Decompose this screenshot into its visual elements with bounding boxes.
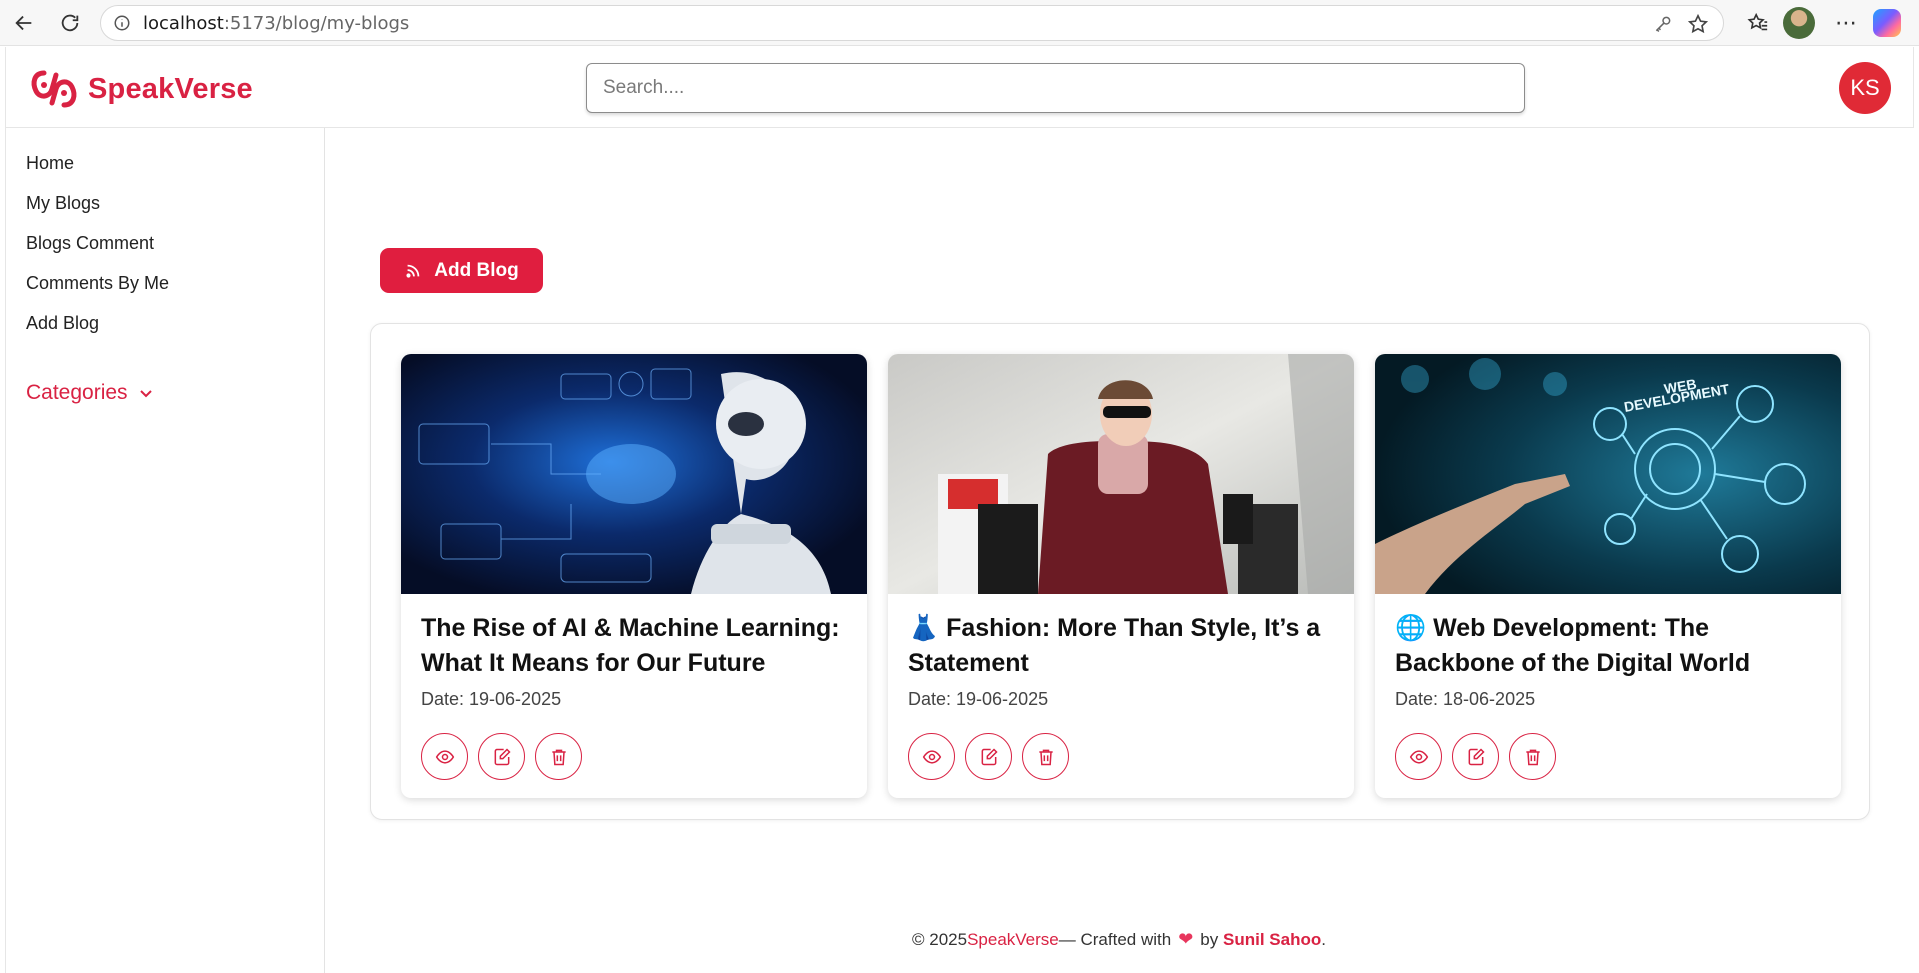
blog-cards-panel: The Rise of AI & Machine Learning: What … (370, 323, 1870, 820)
sidebar-item-blogs-comment[interactable]: Blogs Comment (26, 233, 154, 254)
sidebar-item-comments-by-me[interactable]: Comments By Me (26, 273, 169, 294)
search-input[interactable] (586, 63, 1525, 113)
browser-profile-avatar[interactable] (1783, 7, 1815, 39)
add-blog-label: Add Blog (434, 259, 519, 281)
blog-actions (908, 733, 1069, 780)
address-bar[interactable]: localhost:5173/blog/my-blogs (100, 5, 1724, 41)
blog-actions (421, 733, 582, 780)
user-avatar[interactable]: KS (1839, 62, 1891, 114)
eye-icon (435, 749, 454, 764)
more-options-icon[interactable]: ⋯ (1828, 5, 1864, 41)
footer: © 2025SpeakVerse— Crafted with ❤ by Sunil … (912, 929, 1326, 950)
eye-icon (1409, 749, 1428, 764)
footer-period: . (1321, 930, 1326, 949)
sidebar: Home My Blogs Blogs Comment Comments By … (5, 128, 325, 973)
back-arrow-icon[interactable] (6, 5, 42, 41)
trash-icon (1038, 749, 1053, 765)
blog-title[interactable]: 👗 Fashion: More Than Style, It’s a State… (908, 611, 1338, 681)
blog-card[interactable]: The Rise of AI & Machine Learning: What … (401, 354, 867, 798)
app-header: SpeakVerse KS (5, 47, 1914, 128)
blog-actions (1395, 733, 1556, 780)
brand[interactable]: SpeakVerse (30, 67, 253, 111)
eye-icon (922, 749, 941, 764)
edit-icon (981, 747, 998, 765)
delete-button[interactable] (1509, 733, 1556, 780)
blog-image-web-development[interactable]: WEB DEVELOPMENT (1375, 354, 1841, 594)
sidebar-item-add-blog[interactable]: Add Blog (26, 313, 99, 334)
edit-button[interactable] (478, 733, 525, 780)
copilot-icon[interactable] (1873, 9, 1901, 37)
sidebar-item-home[interactable]: Home (26, 153, 74, 174)
blog-title[interactable]: The Rise of AI & Machine Learning: What … (421, 611, 851, 681)
edit-icon (1468, 747, 1485, 765)
footer-author-link[interactable]: Sunil Sahoo (1223, 930, 1321, 949)
edit-button[interactable] (1452, 733, 1499, 780)
edit-button[interactable] (965, 733, 1012, 780)
view-button[interactable] (1395, 733, 1442, 780)
url-path: :5173/blog/my-blogs (223, 12, 410, 34)
rss-icon (406, 264, 420, 278)
brand-logo-icon (31, 70, 77, 108)
blog-date: Date: 19-06-2025 (908, 689, 1049, 709)
url-host: localhost (143, 12, 224, 34)
trash-icon (1525, 749, 1540, 765)
footer-copyright: © 2025 (912, 930, 968, 949)
heart-icon: ❤ (1178, 929, 1194, 949)
blog-date: Date: 18-06-2025 (1395, 689, 1536, 709)
info-icon[interactable] (113, 14, 131, 32)
edit-icon (494, 747, 511, 765)
categories-label: Categories (26, 381, 128, 404)
view-button[interactable] (908, 733, 955, 780)
brand-name: SpeakVerse (88, 72, 253, 105)
add-blog-button[interactable]: Add Blog (380, 248, 543, 293)
delete-button[interactable] (535, 733, 582, 780)
blog-card[interactable]: 👗 Fashion: More Than Style, It’s a State… (888, 354, 1354, 798)
blog-date: Date: 19-06-2025 (421, 689, 562, 709)
categories-toggle[interactable]: Categories (26, 381, 154, 405)
delete-button[interactable] (1022, 733, 1069, 780)
chevron-down-icon (139, 390, 152, 398)
blog-image-fashion[interactable] (888, 354, 1354, 594)
trash-icon (551, 749, 566, 765)
key-icon[interactable] (1653, 14, 1673, 34)
blog-image-ai-robot[interactable] (401, 354, 867, 594)
reload-icon[interactable] (52, 5, 88, 41)
footer-by-text: by (1200, 930, 1219, 949)
favorites-icon[interactable] (1740, 5, 1776, 41)
blog-title[interactable]: 🌐 Web Development: The Backbone of the D… (1395, 611, 1825, 681)
star-icon[interactable] (1687, 13, 1709, 35)
footer-crafted-text: — Crafted with (1058, 930, 1172, 949)
sidebar-item-my-blogs[interactable]: My Blogs (26, 193, 100, 214)
browser-toolbar: localhost:5173/blog/my-blogs ⋯ (0, 0, 1919, 46)
blog-card[interactable]: WEB DEVELOPMENT 🌐 Web Development: The B… (1375, 354, 1841, 798)
footer-brand-link[interactable]: SpeakVerse (967, 930, 1059, 949)
view-button[interactable] (421, 733, 468, 780)
